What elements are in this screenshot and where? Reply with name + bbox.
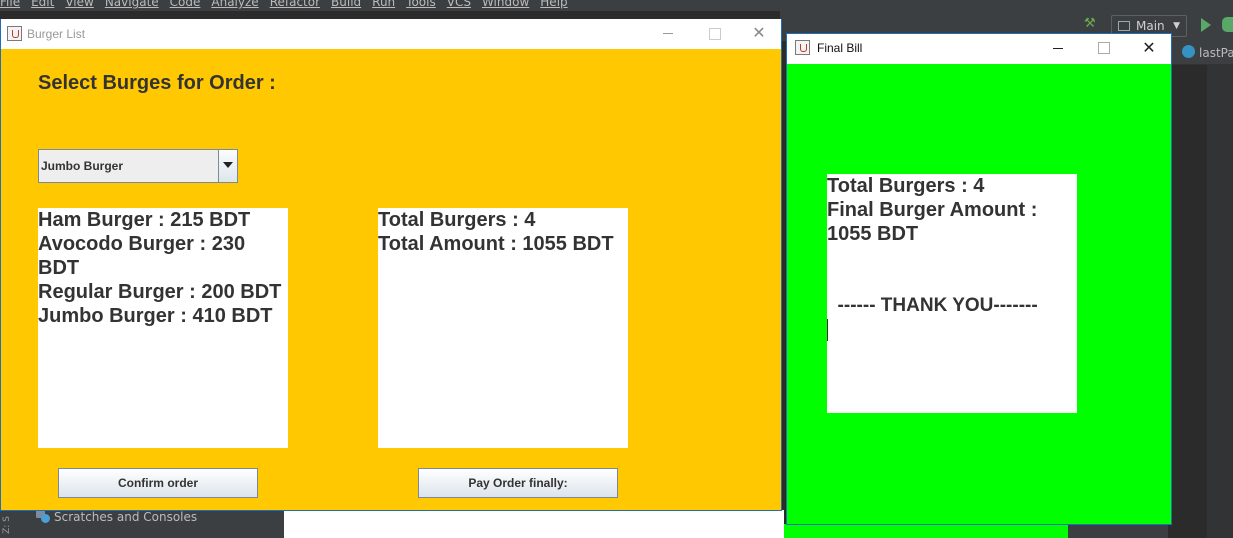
- burger-select[interactable]: Jumbo Burger: [38, 149, 238, 183]
- java-class-icon: [1182, 45, 1195, 58]
- menu-navigate[interactable]: Navigate: [105, 0, 159, 9]
- menu-tools[interactable]: Tools: [406, 0, 436, 9]
- confirm-order-button[interactable]: Confirm order: [58, 468, 258, 498]
- bill-line: Total Burgers : 4: [827, 175, 985, 197]
- page-title: Select Burges for Order :: [38, 72, 276, 94]
- scratches-and-consoles-item[interactable]: Scratches and Consoles: [54, 510, 197, 524]
- menu-line: Avocodo Burger : 230: [38, 233, 246, 255]
- side-tool-strip[interactable]: Z: S: [0, 510, 16, 538]
- menu-run[interactable]: Run: [372, 0, 395, 9]
- thank-you-text: ------ THANK YOU-------: [827, 295, 1038, 316]
- application-icon: [1118, 21, 1130, 31]
- maximize-button[interactable]: [1080, 34, 1126, 64]
- run-configuration-label: Main: [1136, 19, 1165, 33]
- burger-list-window: Burger List ✕ Select Burges for Order : …: [0, 19, 782, 511]
- summary-line: Total Amount : 1055 BDT: [378, 233, 614, 255]
- text-caret: [827, 319, 828, 341]
- java-cup-icon: [795, 40, 810, 55]
- build-hammer-icon[interactable]: ⚒: [1084, 17, 1098, 31]
- window-title: Burger List: [27, 27, 86, 41]
- menu-vcs[interactable]: VCS: [447, 0, 471, 9]
- summary-line: Total Burgers : 4: [378, 209, 536, 231]
- bill-panel: Total Burgers : 4 Final Burger Amount : …: [787, 64, 1171, 524]
- minimize-button[interactable]: [1035, 34, 1081, 64]
- order-summary-textarea[interactable]: Total Burgers : 4 Total Amount : 1055 BD…: [378, 208, 628, 448]
- final-bill-window: Final Bill ✕ Total Burgers : 4 Final Bur…: [786, 33, 1172, 525]
- menu-code[interactable]: Code: [170, 0, 201, 9]
- menu-build[interactable]: Build: [331, 0, 361, 9]
- burger-window-titlebar[interactable]: Burger List ✕: [1, 19, 781, 49]
- bill-line: Final Burger Amount :: [827, 199, 1038, 221]
- menu-window[interactable]: Window: [482, 0, 529, 9]
- menu-view[interactable]: View: [65, 0, 93, 9]
- editor-gutter: [1207, 65, 1233, 538]
- maximize-button[interactable]: [691, 19, 737, 49]
- scratches-icon: [36, 509, 50, 523]
- side-tool-label: Z: S: [1, 516, 12, 534]
- debug-icon[interactable]: [1222, 17, 1233, 32]
- close-button[interactable]: ✕: [1126, 34, 1172, 64]
- menu-line: BDT: [38, 257, 80, 279]
- menu-refactor[interactable]: Refactor: [270, 0, 320, 9]
- burger-select-value: Jumbo Burger: [41, 159, 124, 173]
- bill-textarea[interactable]: Total Burgers : 4 Final Burger Amount : …: [827, 174, 1077, 413]
- ide-menubar: File Edit View Navigate Code Analyze Ref…: [0, 0, 1233, 11]
- close-button[interactable]: ✕: [736, 19, 782, 49]
- java-cup-icon: [7, 26, 22, 41]
- menu-line: Regular Burger : 200 BDT: [38, 281, 282, 303]
- editor-pane: [284, 510, 784, 538]
- ide-menu: File Edit View Navigate Code Analyze Ref…: [0, 0, 579, 9]
- menu-line: Jumbo Burger : 410 BDT: [38, 305, 273, 327]
- menu-analyze[interactable]: Analyze: [211, 0, 258, 9]
- chevron-down-icon: ▼: [1173, 21, 1180, 31]
- minimize-button[interactable]: [645, 19, 691, 49]
- window-overlap: [784, 524, 1068, 538]
- run-play-icon[interactable]: [1201, 18, 1211, 32]
- menu-file[interactable]: File: [0, 0, 20, 9]
- pay-order-button[interactable]: Pay Order finally:: [418, 468, 618, 498]
- ide-panel: [1068, 524, 1168, 538]
- bill-line: 1055 BDT: [827, 223, 919, 245]
- menu-line: Ham Burger : 215 BDT: [38, 209, 251, 231]
- editor-tab-label[interactable]: lastPa: [1199, 46, 1233, 60]
- burger-panel: Select Burges for Order : Jumbo Burger H…: [1, 49, 781, 510]
- chevron-down-icon[interactable]: [218, 150, 237, 182]
- bill-window-titlebar[interactable]: Final Bill ✕: [787, 34, 1171, 64]
- burger-menu-textarea[interactable]: Ham Burger : 215 BDT Avocodo Burger : 23…: [38, 208, 288, 448]
- menu-help[interactable]: Help: [540, 0, 567, 9]
- menu-edit[interactable]: Edit: [31, 0, 54, 9]
- window-title: Final Bill: [817, 41, 863, 55]
